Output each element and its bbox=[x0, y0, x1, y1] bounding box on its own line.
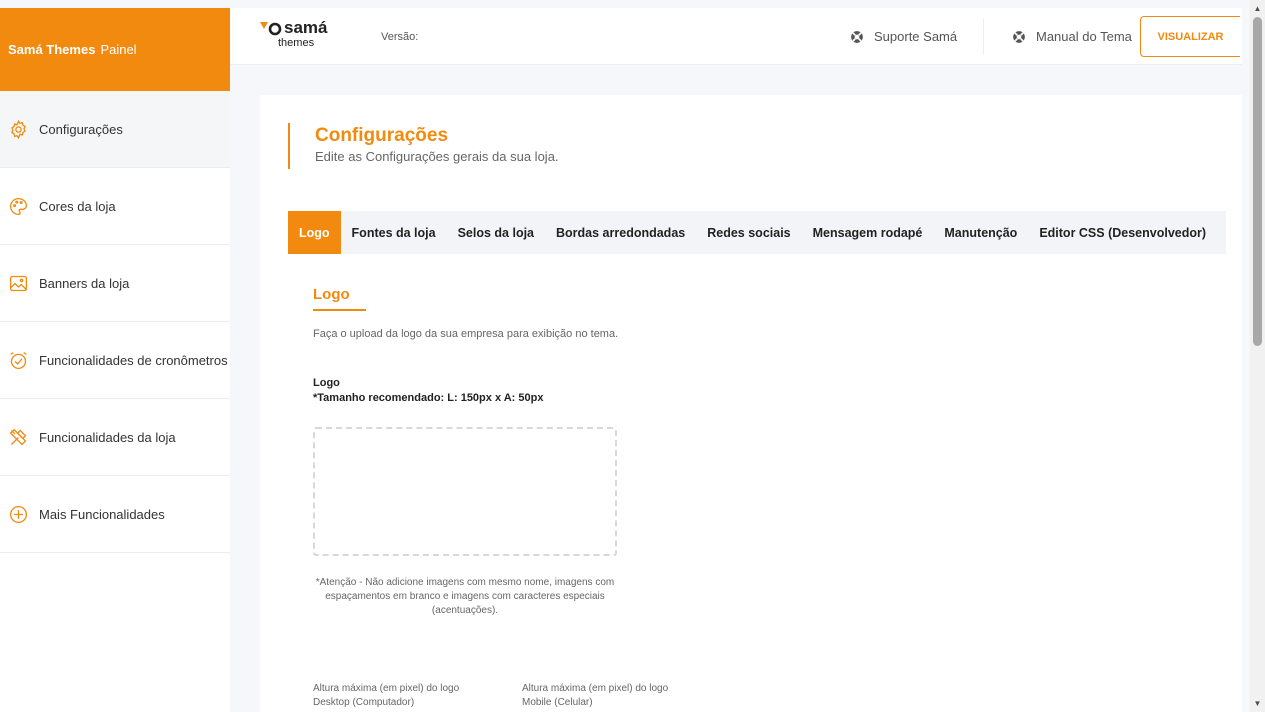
plus-circle-icon bbox=[9, 505, 28, 523]
tab-selos[interactable]: Selos da loja bbox=[447, 211, 545, 254]
sidebar-item-label: Funcionalidades da loja bbox=[39, 429, 176, 445]
sidebar-item-funcionalidades-loja[interactable]: Funcionalidades da loja bbox=[0, 399, 230, 476]
main-card: Configurações Edite as Configurações ger… bbox=[260, 95, 1242, 712]
sidebar-item-label: Configurações bbox=[39, 121, 123, 137]
sidebar-item-label: Mais Funcionalidades bbox=[39, 506, 165, 522]
logo-upload-dropzone[interactable] bbox=[313, 427, 617, 556]
scroll-down-arrow-icon[interactable]: ▼ bbox=[1250, 695, 1265, 712]
section-underline bbox=[313, 309, 366, 311]
brand-suffix: Painel bbox=[100, 42, 137, 57]
manual-label: Manual do Tema bbox=[1036, 29, 1132, 44]
page-title: Configurações bbox=[315, 125, 449, 146]
tab-manutencao[interactable]: Manutenção bbox=[933, 211, 1028, 254]
support-link[interactable]: Suporte Samá bbox=[850, 29, 957, 44]
page-header: Configurações Edite as Configurações ger… bbox=[288, 123, 559, 169]
scroll-up-arrow-icon[interactable]: ▲ bbox=[1250, 0, 1265, 17]
field-label-text: Logo bbox=[313, 377, 340, 389]
tools-icon bbox=[9, 428, 27, 445]
divider bbox=[983, 19, 984, 55]
sidebar-item-label: Funcionalidades de cronômetros bbox=[39, 352, 228, 368]
palette-icon bbox=[10, 197, 28, 215]
logo-panel: Logo Faça o upload da logo da sua empres… bbox=[288, 254, 1242, 712]
logo-bottom-text: themes bbox=[278, 37, 315, 49]
sidebar-item-mais-funcionalidades[interactable]: Mais Funcionalidades bbox=[0, 476, 230, 553]
sidebar-item-cores[interactable]: Cores da loja bbox=[0, 168, 230, 245]
brand-name: Samá Themes bbox=[8, 42, 96, 57]
desktop-height-label-line1: Altura máxima (em pixel) do logo bbox=[313, 683, 460, 694]
desktop-height-label: Altura máxima (em pixel) do logo Desktop… bbox=[313, 682, 459, 710]
topbar: samá themes Versão: Suporte Samá Manual … bbox=[230, 8, 1242, 65]
app: Samá Themes Painel Configurações Cores d… bbox=[0, 0, 1265, 712]
sidebar-item-label: Banners da loja bbox=[39, 275, 130, 291]
view-button[interactable]: VISUALIZAR bbox=[1140, 16, 1240, 57]
lifebuoy-icon bbox=[851, 30, 863, 43]
desktop-height-label-line2: Desktop (Computador) bbox=[313, 697, 415, 708]
sidebar-item-banners[interactable]: Banners da loja bbox=[0, 245, 230, 322]
settings-tabs: Logo Fontes da loja Selos da loja Bordas… bbox=[288, 211, 1226, 254]
section-title: Logo bbox=[313, 286, 350, 303]
tab-logo[interactable]: Logo bbox=[288, 211, 341, 254]
alarm-clock-icon bbox=[10, 351, 27, 369]
section-description: Faça o upload da logo da sua empresa par… bbox=[313, 328, 619, 340]
tab-mensagem-rodape[interactable]: Mensagem rodapé bbox=[802, 211, 934, 254]
tab-redes-sociais[interactable]: Redes sociais bbox=[696, 211, 801, 254]
tab-editor-css[interactable]: Editor CSS (Desenvolvedor) bbox=[1028, 211, 1217, 254]
upload-warning: *Atenção - Não adicione imagens com mesm… bbox=[315, 577, 615, 616]
logo-field-label: Logo *Tamanho recomendado: L: 150px x A:… bbox=[313, 376, 543, 406]
sidebar-item-label: Cores da loja bbox=[39, 198, 116, 214]
mobile-height-label-line2: Mobile (Celular) bbox=[522, 697, 593, 708]
sidebar: Samá Themes Painel Configurações Cores d… bbox=[0, 8, 230, 712]
tab-fontes[interactable]: Fontes da loja bbox=[341, 211, 447, 254]
mobile-height-label-line1: Altura máxima (em pixel) do logo bbox=[522, 683, 669, 694]
page-subtitle: Edite as Configurações gerais da sua loj… bbox=[315, 149, 559, 164]
image-icon bbox=[9, 275, 28, 291]
manual-link[interactable]: Manual do Tema bbox=[1012, 29, 1132, 44]
sidebar-item-cronometros[interactable]: Funcionalidades de cronômetros bbox=[0, 322, 230, 399]
lifebuoy-icon bbox=[1013, 30, 1025, 43]
sidebar-item-configuracoes[interactable]: Configurações bbox=[0, 91, 230, 168]
version-label: Versão: bbox=[381, 31, 419, 43]
scrollbar-thumb[interactable] bbox=[1253, 17, 1262, 346]
sama-logo[interactable]: samá themes bbox=[258, 17, 338, 54]
tab-bordas[interactable]: Bordas arredondadas bbox=[545, 211, 696, 254]
logo-top-text: samá bbox=[284, 18, 328, 37]
vertical-scrollbar[interactable]: ▲ ▼ bbox=[1250, 0, 1265, 712]
support-label: Suporte Samá bbox=[874, 29, 958, 44]
brand-header: Samá Themes Painel bbox=[0, 8, 230, 91]
gear-icon bbox=[11, 119, 26, 139]
mobile-height-label: Altura máxima (em pixel) do logo Mobile … bbox=[522, 682, 668, 710]
field-hint-text: *Tamanho recomendado: L: 150px x A: 50px bbox=[313, 392, 544, 404]
